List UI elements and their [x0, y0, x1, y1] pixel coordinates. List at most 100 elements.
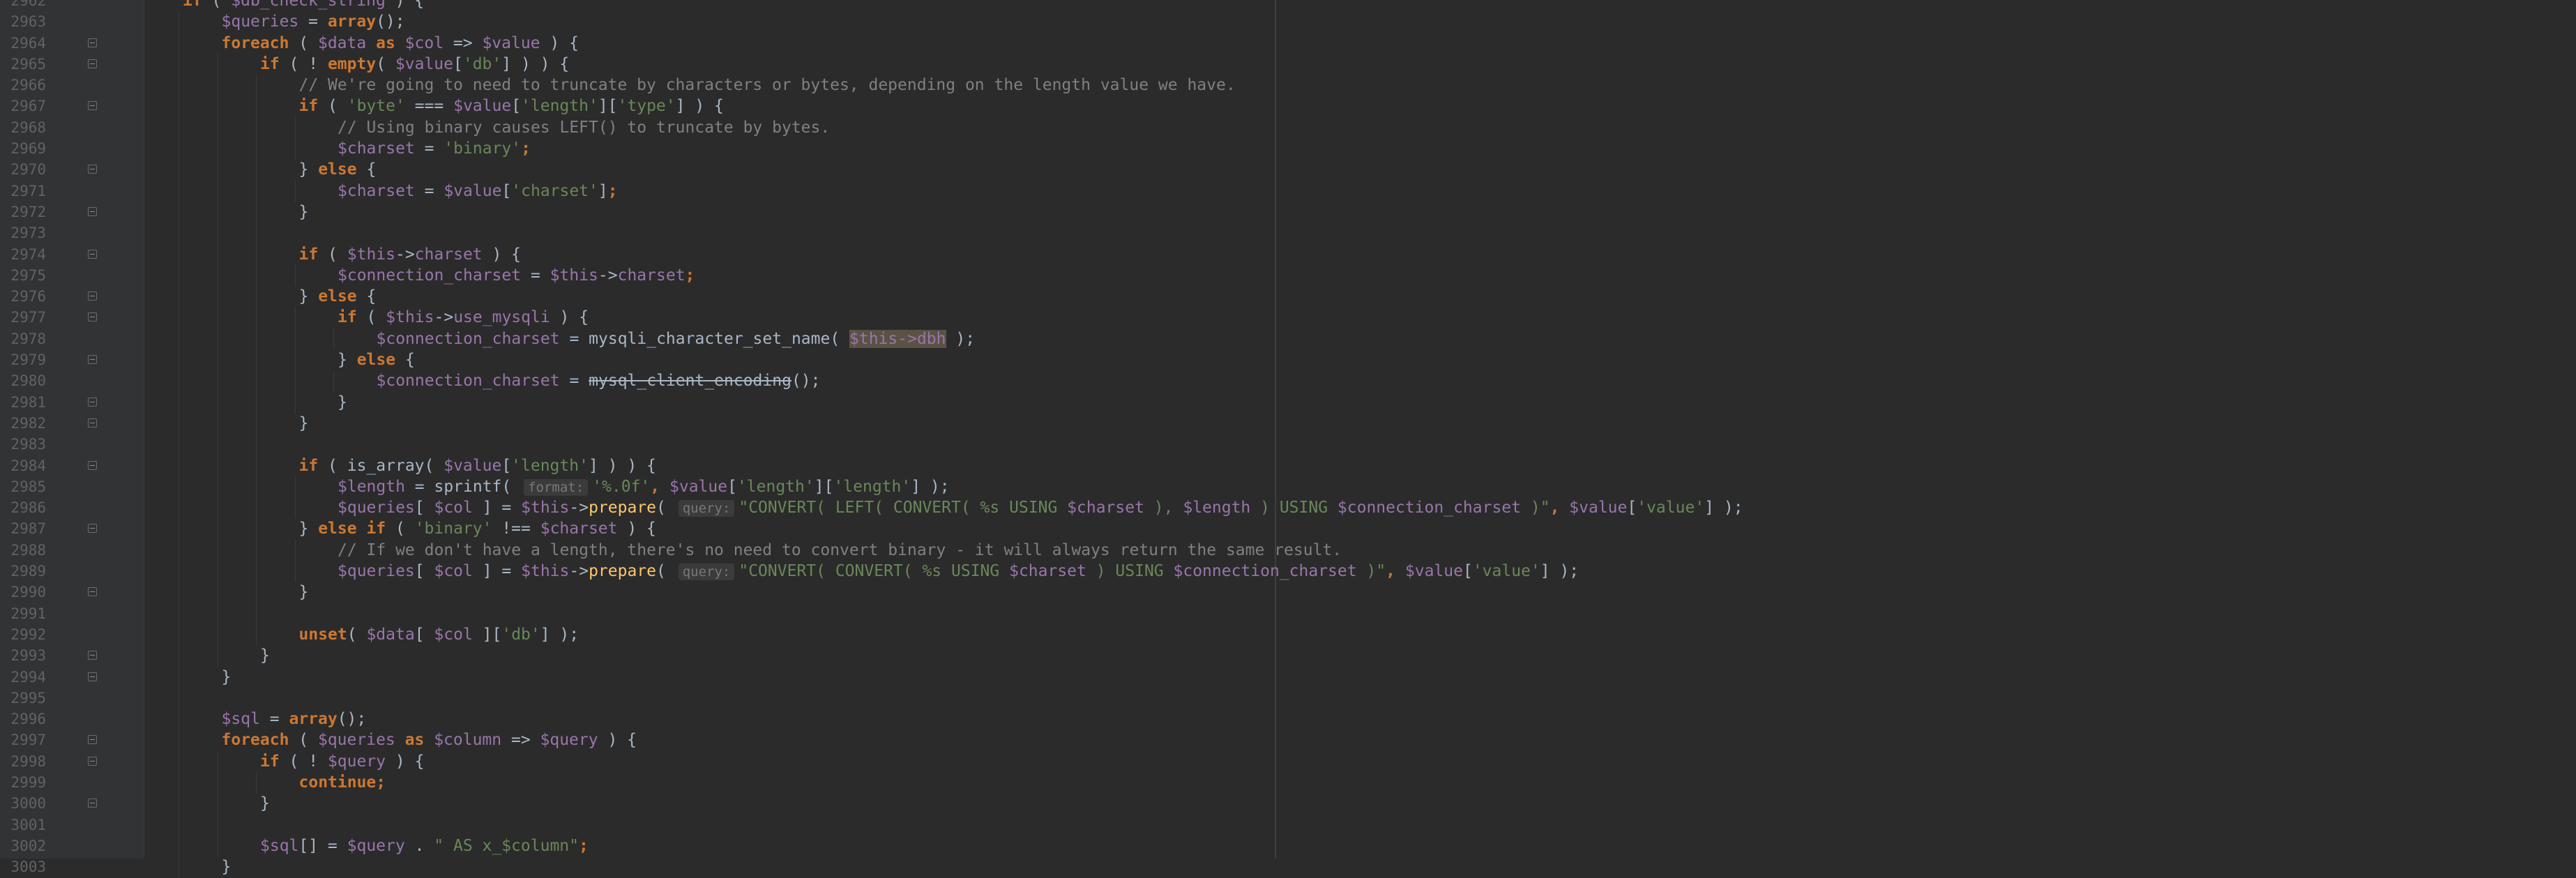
fold-marker-icon[interactable] [88, 249, 97, 259]
fold-marker-icon[interactable] [88, 672, 97, 681]
code-line[interactable]: 2982} [0, 412, 2576, 434]
fold-marker-icon[interactable] [88, 292, 97, 301]
indent-guide [256, 116, 257, 139]
code-token: if [260, 752, 280, 771]
code-line[interactable]: 2962 if ( $db_check_string ) { [0, 0, 2576, 11]
code-line[interactable]: 2993} [0, 645, 2576, 667]
fold-marker-icon[interactable] [88, 735, 97, 745]
code-line[interactable]: 2969 $charset = 'binary'; [0, 138, 2576, 160]
code-line[interactable]: 2976} else { [0, 286, 2576, 308]
fold-marker-icon[interactable] [88, 524, 97, 533]
code-line[interactable]: 2967 if ( 'byte' === $value['length']['ty… [0, 96, 2576, 118]
fold-marker-icon[interactable] [88, 59, 97, 68]
code-line[interactable]: 2979} else { [0, 349, 2576, 372]
code-line[interactable]: 2974 if ( $this->charset ) { [0, 243, 2576, 266]
fold-marker-icon[interactable] [88, 798, 97, 808]
code-token: "CONVERT( LEFT( CONVERT( %s USING [738, 499, 1068, 517]
code-token: ][ [814, 477, 834, 496]
code-token: $query [347, 836, 405, 855]
code-line[interactable]: 2978 $connection_charset = mysqli_charact… [0, 328, 2576, 350]
code-token: 'charset' [511, 181, 598, 200]
code-token: $value [1569, 499, 1628, 517]
code-editor[interactable]: 2962 if ( $db_check_string ) {2963 $querie… [0, 0, 2576, 878]
parameter-hint: query: [678, 563, 735, 581]
code-line[interactable]: 3002 $sql[] = $query . " AS x_$column"; [0, 835, 2576, 857]
code-token: => [444, 33, 483, 52]
fold-marker-icon[interactable] [88, 460, 97, 470]
code-line[interactable]: 2987} else if ( 'binary' !== $charset ) … [0, 518, 2576, 540]
code-line[interactable]: 2965 if ( ! empty( $value['db'] ) ) { [0, 53, 2576, 75]
fold-marker-icon[interactable] [88, 165, 97, 174]
code-token: [ [414, 562, 434, 581]
code-line[interactable]: 3001 [0, 814, 2576, 836]
code-line[interactable]: 2968 // Using binary causes LEFT() to tru… [0, 116, 2576, 139]
code-line[interactable]: 2973 [0, 222, 2576, 245]
fold-marker-icon[interactable] [88, 355, 97, 365]
fold-marker-icon[interactable] [88, 38, 97, 47]
code-line[interactable]: 2995 [0, 687, 2576, 709]
code-line[interactable]: 2988 // If we don't have a length, there'… [0, 539, 2576, 561]
code-token: = [414, 139, 444, 158]
code-token: $charset [1067, 499, 1144, 517]
code-line[interactable]: 2997 foreach ( $queries as $column => $qu… [0, 729, 2576, 752]
code-line[interactable]: 2994} [0, 666, 2576, 688]
code-token: => [501, 731, 540, 750]
code-line[interactable]: 2977 if ( $this->use_mysqli ) { [0, 307, 2576, 329]
line-number: 2990 [10, 584, 46, 601]
code-token: use_mysqli [453, 308, 550, 327]
line-number: 2986 [10, 499, 46, 517]
code-line[interactable]: 2999 continue; [0, 771, 2576, 794]
code-line[interactable]: 2964 foreach ( $data as $col => $value ) … [0, 32, 2576, 54]
indent-guide [294, 497, 296, 520]
code-line[interactable]: 2989 $queries[ $col ] = $this->prepare( q… [0, 561, 2576, 583]
indent-guide [256, 201, 257, 223]
code-token: ] ); [1704, 499, 1743, 517]
code-line[interactable]: 3003} [0, 856, 2576, 878]
indent-guide [294, 391, 296, 414]
fold-marker-icon[interactable] [88, 587, 97, 597]
code-token: 'value' [1637, 499, 1705, 517]
fold-marker-icon[interactable] [88, 101, 97, 111]
fold-marker-icon[interactable] [88, 651, 97, 660]
code-token: foreach [221, 33, 289, 52]
code-token: $connection_charset [1337, 499, 1522, 517]
fold-marker-icon[interactable] [88, 312, 97, 322]
line-number: 3002 [10, 837, 46, 854]
code-token: unset [298, 625, 347, 644]
code-line[interactable]: 2985 $length = sprintf( format: '%.0f', $v… [0, 476, 2576, 498]
code-line[interactable]: 2975 $connection_charset = $this->charset… [0, 264, 2576, 287]
code-token: else [356, 351, 396, 370]
code-line[interactable]: 2998 if ( ! $query ) { [0, 750, 2576, 773]
fold-marker-icon[interactable] [88, 206, 97, 216]
code-text: // Using binary causes LEFT() to truncat… [338, 117, 830, 138]
fold-marker-icon[interactable] [88, 418, 97, 427]
code-line[interactable]: 2980 $connection_charset = mysql_client_e… [0, 370, 2576, 393]
fold-marker-icon[interactable] [88, 756, 97, 766]
code-line[interactable]: 2984 if ( is_array( $value['length'] ) ) … [0, 455, 2576, 477]
code-line[interactable]: 2992 unset( $data[ $col ]['db'] ); [0, 623, 2576, 646]
code-line[interactable]: 3000} [0, 793, 2576, 815]
code-token: $value [482, 33, 540, 52]
code-line[interactable]: 2970} else { [0, 159, 2576, 181]
code-token: ] [598, 181, 608, 200]
code-token: $value [395, 54, 453, 73]
code-line[interactable]: 2996 $sql = array(); [0, 709, 2576, 731]
line-number: 3001 [10, 816, 46, 833]
code-line[interactable]: 2963 $queries = array(); [0, 11, 2576, 33]
code-line[interactable]: 2971 $charset = $value['charset']; [0, 180, 2576, 202]
code-line[interactable]: 2986 $queries[ $col ] = $this->prepare( q… [0, 497, 2576, 520]
code-text: $charset = 'binary'; [338, 138, 531, 159]
code-text: // If we don't have a length, there's no… [338, 540, 1342, 561]
code-line[interactable]: 2983 [0, 434, 2576, 456]
indent-guide [256, 286, 257, 308]
fold-marker-icon[interactable] [88, 397, 97, 407]
code-line[interactable]: 2990} [0, 582, 2576, 604]
code-token: prepare [589, 562, 657, 581]
code-line[interactable]: 2966 // We're going to need to truncate b… [0, 75, 2576, 97]
code-line[interactable]: 2991 [0, 603, 2576, 625]
line-number: 2997 [10, 732, 46, 749]
code-token: $connection_charset [376, 372, 560, 391]
code-line[interactable]: 2981} [0, 391, 2576, 414]
code-line[interactable]: 2972} [0, 201, 2576, 223]
